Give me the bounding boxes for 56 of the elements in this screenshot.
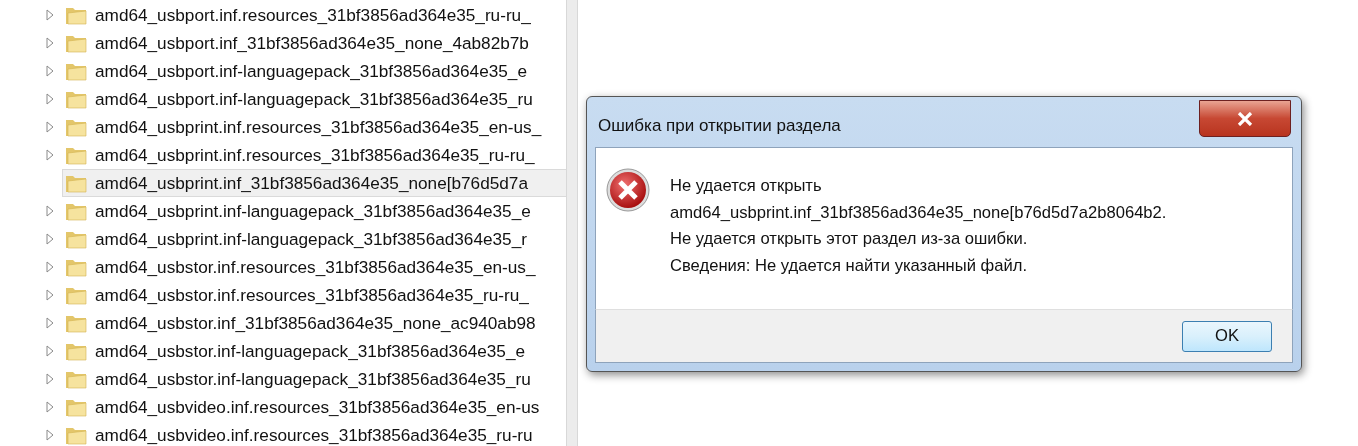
folder-icon xyxy=(65,201,87,221)
tree-item[interactable]: amd64_usbstor.inf.resources_31bf3856ad364e35_ru-ru_ xyxy=(62,281,532,309)
folder-icon xyxy=(65,257,87,277)
folder-icon xyxy=(65,369,87,389)
message-text: Не удается открыть xyxy=(670,175,823,197)
tree-item[interactable]: amd64_usbprint.inf_31bf3856ad364e35_none[b76d5d7a xyxy=(62,169,566,197)
error-icon xyxy=(606,168,650,212)
close-icon xyxy=(1237,111,1253,126)
tree-item[interactable]: amd64_usbport.inf_31bf3856ad364e35_none_4ab82b7b xyxy=(62,29,532,57)
message-text: amd64_usbprint.inf_31bf3856ad364e35_none[b76d5d7a2b8064b2. xyxy=(670,201,1167,224)
folder-icon xyxy=(65,313,87,333)
expand-arrow-icon[interactable] xyxy=(46,65,54,77)
expand-arrow-icon[interactable] xyxy=(46,317,54,329)
tree-item[interactable]: amd64_usbvideo.inf.resources_31bf3856ad364e35_ru-ru xyxy=(62,421,536,446)
tree-item[interactable]: amd64_usbprint.inf-languagepack_31bf3856ad364e35_e xyxy=(62,197,534,225)
expand-arrow-icon[interactable] xyxy=(46,233,54,245)
expand-arrow-icon[interactable] xyxy=(46,205,54,217)
expand-arrow-icon[interactable] xyxy=(46,121,54,133)
expand-arrow-icon[interactable] xyxy=(46,429,54,441)
folder-icon xyxy=(65,5,87,25)
tree-item[interactable]: amd64_usbport.inf-languagepack_31bf3856ad364e35_e xyxy=(62,57,530,85)
tree-item[interactable]: amd64_usbport.inf-languagepack_31bf3856ad364e35_ru xyxy=(62,85,536,113)
folder-icon xyxy=(65,425,87,445)
tree-item[interactable]: amd64_usbport.inf.resources_31bf3856ad364e35_ru-ru_ xyxy=(62,1,534,29)
expand-arrow-icon[interactable] xyxy=(46,345,54,357)
tree-item[interactable]: amd64_usbvideo.inf.resources_31bf3856ad364e35_en-us xyxy=(62,393,543,421)
folder-icon xyxy=(65,33,87,53)
folder-icon xyxy=(65,117,87,137)
expand-arrow-icon[interactable] xyxy=(46,9,54,21)
expand-arrow-icon[interactable] xyxy=(46,93,54,105)
folder-icon xyxy=(65,61,87,81)
folder-icon xyxy=(65,341,87,361)
expand-arrow-icon[interactable] xyxy=(46,149,54,161)
expand-arrow-icon[interactable] xyxy=(46,373,54,385)
folder-icon xyxy=(65,397,87,417)
tree-item[interactable]: amd64_usbstor.inf_31bf3856ad364e35_none_ac940ab98 xyxy=(62,309,539,337)
expand-arrow-icon[interactable] xyxy=(46,289,54,301)
tree-item[interactable]: amd64_usbstor.inf-languagepack_31bf3856ad364e35_ru xyxy=(62,365,534,393)
folder-icon xyxy=(65,285,87,305)
ok-button[interactable]: OK xyxy=(1182,320,1272,352)
folder-icon xyxy=(65,229,87,249)
expand-arrow-icon[interactable] xyxy=(46,37,54,49)
message-text: Не удается открыть этот раздел из-за ошибки. xyxy=(670,228,1029,250)
dialog-title: Ошибка при открытии раздела xyxy=(598,116,841,136)
tree-item[interactable]: amd64_usbprint.inf-languagepack_31bf3856ad364e35_r xyxy=(62,225,530,253)
message-text: Сведения: Не удается найти указанный файл. xyxy=(670,254,1028,277)
tree-item[interactable]: amd64_usbstor.inf.resources_31bf3856ad364e35_en-us_ xyxy=(62,253,539,281)
folder-icon xyxy=(65,173,87,193)
folder-icon xyxy=(65,145,87,165)
tree-item[interactable]: amd64_usbprint.inf.resources_31bf3856ad364e35_en-us_ xyxy=(62,113,545,141)
tree-item[interactable]: amd64_usbprint.inf.resources_31bf3856ad364e35_ru-ru_ xyxy=(62,141,538,169)
close-button[interactable] xyxy=(1199,100,1291,137)
folder-icon xyxy=(65,89,87,109)
expand-arrow-icon[interactable] xyxy=(46,401,54,413)
expand-arrow-icon[interactable] xyxy=(46,261,54,273)
tree-item[interactable]: amd64_usbstor.inf-languagepack_31bf3856ad364e35_e xyxy=(62,337,529,365)
